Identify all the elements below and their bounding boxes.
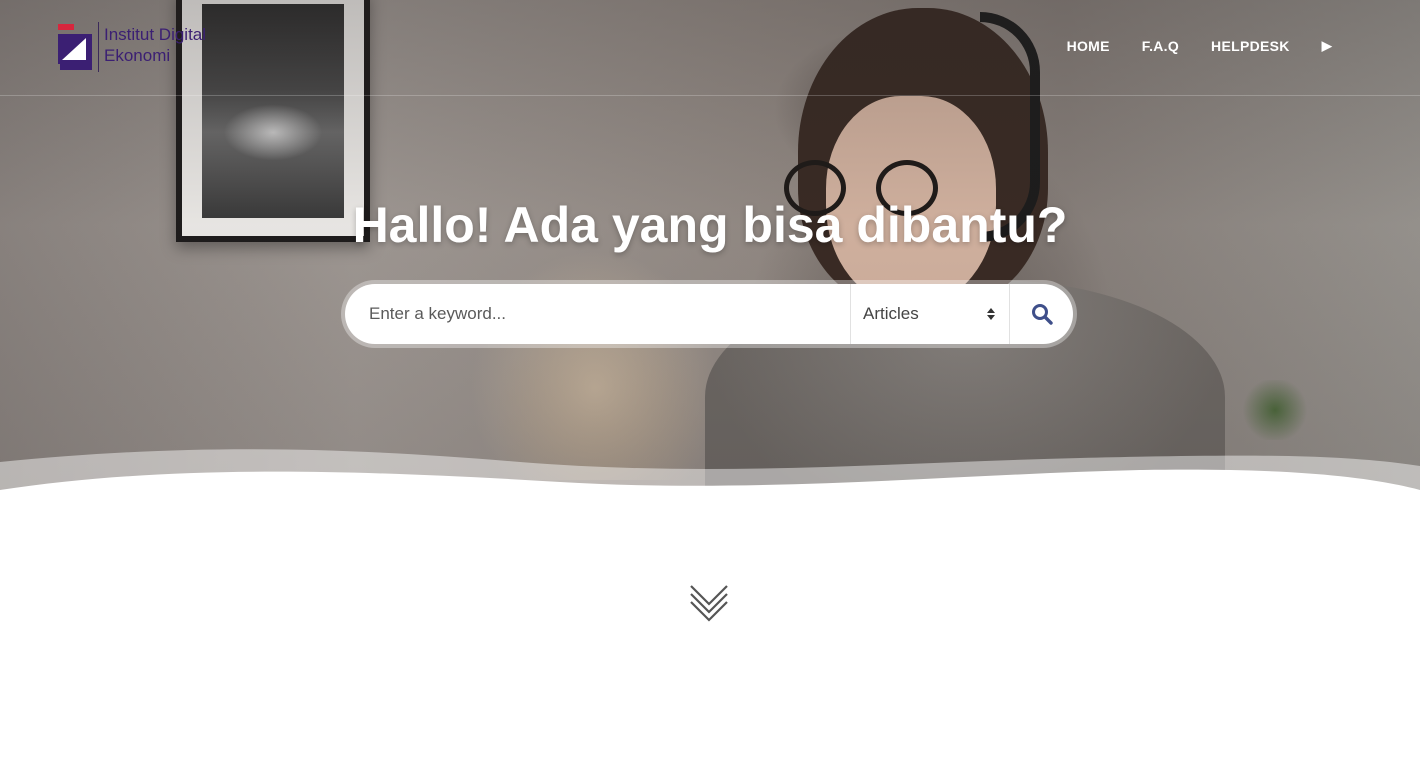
hero-section: Institut Digital Ekonomi HOME F.A.Q HELP…	[0, 0, 1420, 500]
search-category-value: Articles	[863, 304, 919, 323]
search-icon	[1031, 304, 1053, 325]
nav-faq[interactable]: F.A.Q	[1142, 38, 1179, 54]
logo-line-2: Ekonomi	[104, 46, 171, 65]
logo-line-1: Institut Digital	[104, 25, 207, 44]
logo-text: Institut Digital Ekonomi	[104, 24, 206, 66]
site-header: Institut Digital Ekonomi HOME F.A.Q HELP…	[0, 0, 1420, 96]
nav-helpdesk[interactable]: HELPDESK	[1211, 38, 1290, 54]
search-category-select[interactable]: Articles	[850, 284, 1010, 344]
hero-headline: Hallo! Ada yang bisa dibantu?	[352, 197, 1068, 253]
site-logo[interactable]: Institut Digital Ekonomi	[58, 20, 228, 74]
select-arrows-icon	[987, 308, 995, 320]
double-chevron-down-icon[interactable]	[689, 584, 729, 626]
search-bar: Articles	[341, 280, 1077, 348]
nav-home[interactable]: HOME	[1067, 38, 1110, 54]
search-button[interactable]	[1010, 284, 1073, 344]
nav-play-icon[interactable]: ▶	[1322, 38, 1332, 54]
hero-wave-divider	[0, 449, 1420, 510]
search-input[interactable]	[345, 284, 850, 344]
logo-divider	[98, 22, 99, 72]
logo-mark-icon	[58, 24, 92, 70]
main-nav: HOME F.A.Q HELPDESK ▶	[1067, 38, 1332, 54]
